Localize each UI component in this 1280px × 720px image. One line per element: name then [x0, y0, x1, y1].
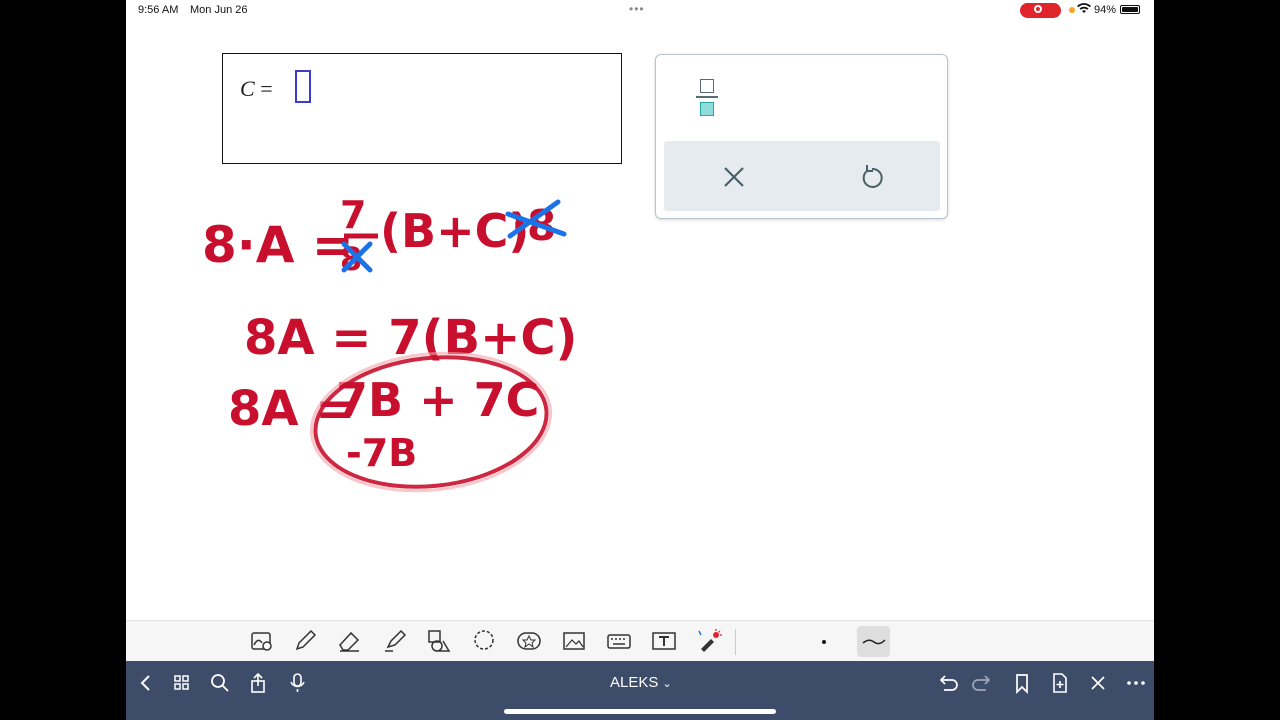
- bottom-nav-bar: ALEKS ⌄: [126, 661, 1154, 720]
- chevron-down-icon: ⌄: [662, 678, 672, 690]
- shapes-tool-icon[interactable]: [425, 627, 453, 655]
- hw-line4: -7B: [346, 431, 417, 475]
- hw-line1-numerator: 7: [340, 193, 366, 237]
- redo-icon[interactable]: [972, 671, 996, 695]
- drawing-toolbar: [126, 620, 1154, 661]
- home-indicator[interactable]: [504, 709, 776, 714]
- keyboard-tool-icon[interactable]: [605, 627, 633, 655]
- back-icon[interactable]: [134, 671, 158, 695]
- hw-line3-right: 7B + 7C: [336, 373, 539, 427]
- add-page-icon[interactable]: [1048, 671, 1072, 695]
- pen-tool-icon[interactable]: [291, 627, 319, 655]
- text-tool-icon[interactable]: [650, 627, 678, 655]
- highlighter-tool-icon[interactable]: [381, 627, 409, 655]
- hw-line1-left: 8·A =: [202, 216, 354, 274]
- handwriting-canvas: 8·A = 7 8 (B+C) ·8 8A = 7(B+C) 8A = 7B +…: [202, 193, 578, 493]
- close-icon[interactable]: [1086, 671, 1110, 695]
- stroke-curve-icon: [862, 639, 886, 645]
- microphone-icon[interactable]: [286, 671, 310, 695]
- stroke-style-selector[interactable]: [857, 626, 890, 657]
- share-icon[interactable]: [246, 671, 270, 695]
- more-options-icon[interactable]: [1124, 671, 1148, 695]
- eraser-tool-icon[interactable]: [335, 627, 363, 655]
- search-icon[interactable]: [208, 671, 232, 695]
- stickers-tool-icon[interactable]: [515, 627, 543, 655]
- image-tool-icon[interactable]: [560, 627, 588, 655]
- toolbar-divider: [735, 629, 736, 655]
- laser-pointer-tool-icon[interactable]: [695, 627, 723, 655]
- stroke-size-dot-icon[interactable]: [822, 640, 826, 644]
- document-title: ALEKS: [610, 674, 659, 691]
- bookmark-icon[interactable]: [1010, 671, 1034, 695]
- document-title-menu[interactable]: ALEKS ⌄: [610, 674, 672, 691]
- undo-icon[interactable]: [934, 671, 958, 695]
- grid-icon[interactable]: [170, 671, 194, 695]
- lasso-tool-icon[interactable]: [470, 627, 498, 655]
- ipad-screen: 9:56 AM Mon Jun 26 ••• 94% C = 8·A = 7 8…: [126, 0, 1154, 720]
- lasso-zoom-tool-icon[interactable]: [248, 627, 276, 655]
